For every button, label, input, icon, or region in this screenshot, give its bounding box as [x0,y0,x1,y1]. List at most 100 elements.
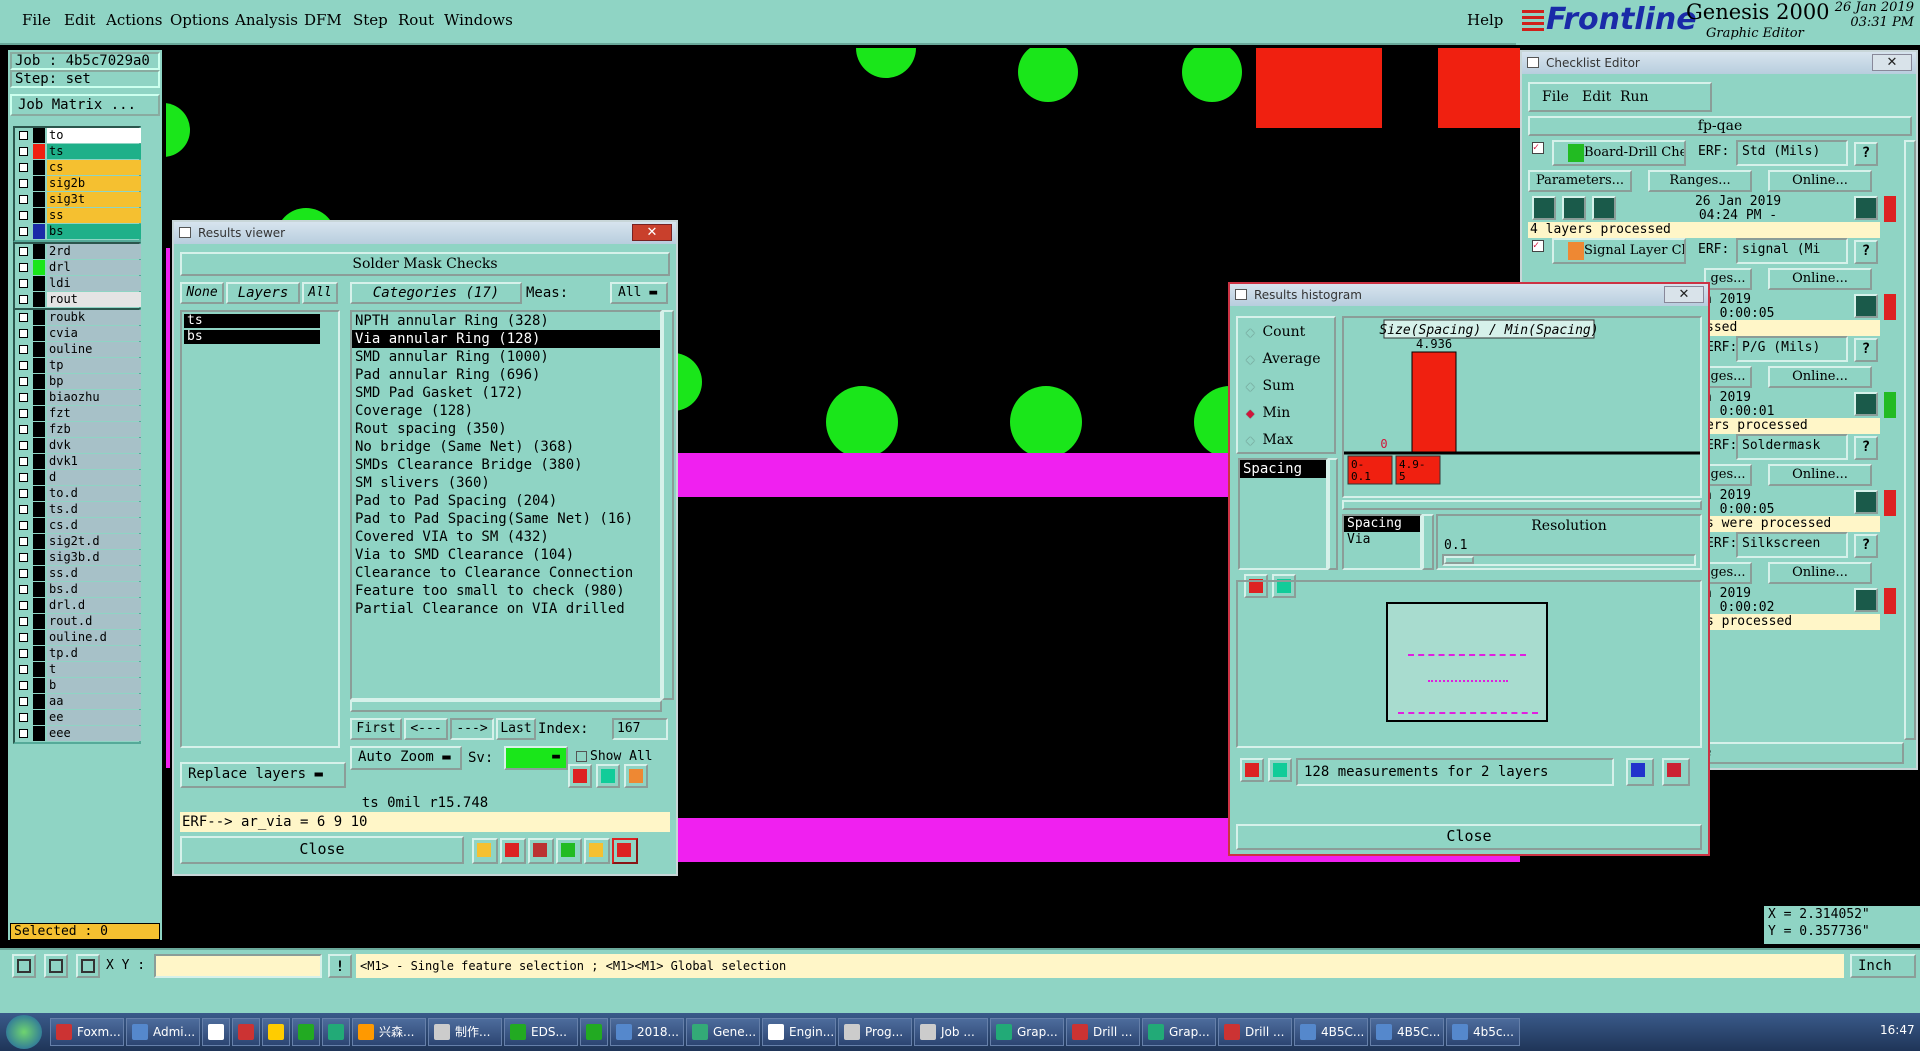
list-item[interactable]: Coverage (128) [352,402,660,420]
online-button[interactable]: Online... [1768,464,1872,486]
warning-icon[interactable]: ! [328,954,352,978]
layer-color-swatch[interactable] [33,224,45,239]
layer-row[interactable]: fzb [15,422,141,438]
layer-color-swatch[interactable] [33,534,45,549]
parameters-button[interactable]: Parameters... [1528,170,1632,192]
layer-color-swatch[interactable] [33,438,45,453]
layer-checkbox[interactable] [19,211,28,220]
layer-name[interactable]: ee [47,710,141,725]
histogram-close-button[interactable]: Close [1236,824,1702,850]
taskbar-item[interactable]: Engin... [762,1018,836,1046]
layer-row[interactable]: cs [15,160,141,176]
list-item[interactable]: No bridge (Same Net) (368) [352,438,660,456]
line-tool-icon[interactable] [44,954,68,978]
layer-color-swatch[interactable] [33,160,45,175]
checklist-menu-run[interactable]: Run [1620,89,1649,105]
histogram-measure-list[interactable]: Spacing [1238,458,1328,570]
layer-color-swatch[interactable] [33,598,45,613]
show-all-checkbox[interactable] [576,751,587,762]
layer-row[interactable]: biaozhu [15,390,141,406]
layer-name[interactable]: rout.d [47,614,141,629]
close-icon[interactable]: ✕ [632,224,672,241]
layer-color-swatch[interactable] [33,454,45,469]
layer-row[interactable]: rout.d [15,614,141,630]
taskbar-item[interactable]: Drill ... [1066,1018,1140,1046]
auto-zoom-select[interactable]: Auto Zoom ▬ [350,746,462,770]
taskbar-item[interactable]: Grap... [990,1018,1064,1046]
help-icon[interactable]: ? [1854,436,1878,460]
zoom-icon[interactable] [1854,392,1878,416]
layer-checkbox[interactable] [19,505,28,514]
menu-dfm[interactable]: DFM [304,11,342,29]
help-icon[interactable]: ? [1854,534,1878,558]
layer-name[interactable]: drl.d [47,598,141,613]
layer-checkbox[interactable] [19,601,28,610]
replace-layers-select[interactable]: Replace layers ▬ [180,762,346,788]
layer-name[interactable]: bs [47,224,141,239]
close-icon[interactable]: ✕ [1664,286,1704,303]
layer-checkbox[interactable] [19,441,28,450]
run-action-icon[interactable] [1562,196,1586,220]
layer-row[interactable]: to.d [15,486,141,502]
stop-icon[interactable] [500,838,526,864]
layer-color-swatch[interactable] [33,470,45,485]
ranges-button[interactable]: ges... [1704,366,1752,388]
layer-color-swatch[interactable] [33,374,45,389]
layer-row[interactable]: ouline.d [15,630,141,646]
layer-color-swatch[interactable] [33,582,45,597]
taskbar-item[interactable]: Admi... [126,1018,200,1046]
layer-checkbox[interactable] [19,729,28,738]
list-item[interactable]: Spacing [1240,460,1326,478]
checklist-scrollbar[interactable] [1904,140,1916,740]
run-action-icon[interactable] [1532,196,1556,220]
layer-name[interactable]: ouline.d [47,630,141,645]
job-matrix-button[interactable]: Job Matrix ... [10,94,160,116]
menu-rout[interactable]: Rout [398,11,434,29]
first-button[interactable]: First [350,718,402,740]
layer-checkbox[interactable] [19,393,28,402]
layer-name[interactable]: to.d [47,486,141,501]
erf-field[interactable]: signal (Mi [1736,238,1848,264]
layer-checkbox[interactable] [19,665,28,674]
layer-row[interactable]: bp [15,374,141,390]
erf-field[interactable]: Silkscreen [1736,532,1848,558]
list-item[interactable]: Via annular Ring (128) [352,330,660,348]
histogram-titlebar[interactable]: Results histogram ✕ [1230,284,1708,306]
menu-actions[interactable]: Actions [106,11,162,29]
next-button[interactable]: ---> [450,718,494,740]
layer-name[interactable]: bs.d [47,582,141,597]
select-tool-icon[interactable] [12,954,36,978]
erf-field[interactable]: Soldermask [1736,434,1848,460]
list-item[interactable]: Feature too small to check (980) [352,582,660,600]
list-item[interactable]: Pad to Pad Spacing (204) [352,492,660,510]
list-item[interactable]: SMD Pad Gasket (172) [352,384,660,402]
taskbar-item[interactable]: EDS... [504,1018,578,1046]
layer-row[interactable]: sig3b.d [15,550,141,566]
layer-checkbox[interactable] [19,633,28,642]
close-icon[interactable]: ✕ [1872,54,1912,71]
layer-color-swatch[interactable] [33,710,45,725]
list-item[interactable]: Clearance to Clearance Connection [352,564,660,582]
layer-checkbox[interactable] [19,521,28,530]
layer-checkbox[interactable] [19,179,28,188]
taskbar-item[interactable]: Gene... [686,1018,760,1046]
layer-color-swatch[interactable] [33,518,45,533]
layer-checkbox[interactable] [19,649,28,658]
layer-row[interactable]: dvk1 [15,454,141,470]
layer-checkbox[interactable] [19,131,28,140]
layer-name[interactable]: sig3t [47,192,141,207]
spacing-list[interactable]: Spacing Via [1342,514,1422,570]
taskbar-item[interactable] [202,1018,230,1046]
help-icon[interactable]: ? [1854,142,1878,166]
layer-name[interactable]: dvk [47,438,141,453]
layer-color-swatch[interactable] [33,326,45,341]
layer-row[interactable]: bs.d [15,582,141,598]
layer-checkbox[interactable] [19,195,28,204]
layer-name[interactable]: cs [47,160,141,175]
del-icon[interactable] [568,764,592,788]
list-item[interactable]: Covered VIA to SM (432) [352,528,660,546]
layer-row[interactable]: eee [15,726,141,742]
histogram-bar[interactable] [1411,351,1457,453]
del-icon[interactable] [1240,758,1264,782]
layer-row[interactable]: sig2b [15,176,141,192]
